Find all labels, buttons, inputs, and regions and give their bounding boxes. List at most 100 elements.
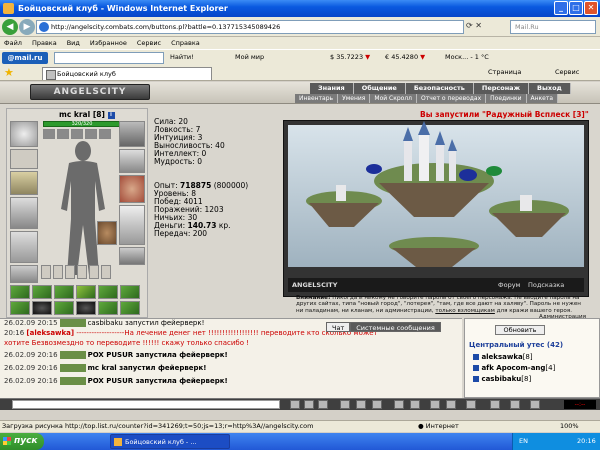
page-menu[interactable]: Страница (488, 68, 521, 76)
submenu-inventory[interactable]: Инвентарь (295, 94, 339, 103)
menu-communication[interactable]: Общение (353, 83, 406, 94)
toolbar-icon-14[interactable] (530, 400, 540, 409)
maximize-button[interactable]: □ (569, 1, 583, 15)
toolbar-icon-8[interactable] (410, 400, 420, 409)
service-menu[interactable]: Сервис (555, 68, 579, 76)
ring-slot-5[interactable] (89, 265, 99, 279)
toolbar-icon-12[interactable] (490, 400, 500, 409)
menu-edit[interactable]: Правка (32, 37, 57, 49)
character-name[interactable]: mc kral [8] i (59, 110, 115, 119)
tab-system-messages[interactable]: Системные сообщения (350, 322, 441, 332)
leggings-slot[interactable] (119, 205, 145, 245)
menu-view[interactable]: Вид (67, 37, 80, 49)
ring-slot-2[interactable] (53, 265, 63, 279)
pet-bear-slot[interactable] (119, 175, 145, 203)
amulet-slot[interactable] (10, 171, 38, 195)
online-user[interactable]: casbibaku[8] (473, 375, 531, 383)
ring-slot-3[interactable] (65, 265, 75, 279)
weapon-slot[interactable] (10, 197, 38, 229)
refresh-button[interactable]: Обновить (495, 325, 545, 335)
info-icon[interactable]: i (107, 111, 115, 119)
ring-slot-6[interactable] (101, 265, 111, 279)
bomb-slot-2[interactable] (76, 301, 96, 315)
location-scene[interactable]: ANGELSCITY Форум Подсказка (283, 120, 589, 297)
find-button[interactable]: Найти! (170, 53, 194, 61)
scroll-slot-10[interactable] (120, 301, 140, 315)
online-user[interactable]: aleksawka[8] (473, 353, 533, 361)
toolbar-icon-2[interactable] (304, 400, 314, 409)
ring-slot-1[interactable] (41, 265, 51, 279)
buff-slot-5[interactable] (99, 129, 111, 139)
toolbar-search-input[interactable] (54, 52, 164, 64)
minimize-button[interactable]: _ (554, 1, 568, 15)
pet-cat-slot[interactable] (97, 221, 117, 245)
close-button[interactable]: ✕ (584, 1, 598, 15)
bomb-slot-1[interactable] (32, 301, 52, 315)
scroll-slot-9[interactable] (98, 301, 118, 315)
buff-slot-1[interactable] (43, 129, 55, 139)
scroll-slot-2[interactable] (32, 285, 52, 299)
menu-security[interactable]: Безопасность (405, 83, 474, 94)
menu-tools[interactable]: Сервис (137, 37, 161, 49)
earring-slot[interactable] (10, 149, 38, 169)
toolbar-icon-7[interactable] (394, 400, 404, 409)
toolbar-icon-11[interactable] (466, 400, 476, 409)
chat-input[interactable] (12, 400, 280, 409)
buff-slot-4[interactable] (85, 129, 97, 139)
scroll-slot-8[interactable] (54, 301, 74, 315)
menu-file[interactable]: Файл (4, 37, 22, 49)
scroll-slot-1[interactable] (10, 285, 30, 299)
start-button[interactable]: пуск (0, 433, 44, 450)
belt-slot[interactable] (10, 265, 38, 283)
toolbar-icon-5[interactable] (356, 400, 366, 409)
language-indicator[interactable]: EN (519, 433, 528, 450)
scroll-slot-6[interactable] (120, 285, 140, 299)
address-input[interactable]: http://angelscity.combats.com/buttons.pl… (36, 20, 464, 34)
helmet-slot[interactable] (10, 121, 38, 147)
myworld-button[interactable]: Мой мир (235, 53, 264, 61)
toolbar-icon-6[interactable] (372, 400, 382, 409)
back-button[interactable]: ◀ (2, 19, 18, 35)
submenu-transfers[interactable]: Отчет о переводах (417, 94, 487, 103)
address-actions[interactable]: ⟳ ✕ (466, 21, 482, 30)
menu-exit[interactable]: Выход (529, 83, 571, 94)
scroll-slot-5[interactable] (98, 285, 118, 299)
search-box[interactable]: Mail.Ru (510, 20, 596, 34)
toolbar-icon-3[interactable] (318, 400, 328, 409)
toolbar-icon-9[interactable] (430, 400, 440, 409)
floating-islands-image (288, 121, 584, 267)
submenu-scroll[interactable]: Мой Скролл (370, 94, 418, 103)
armor-slot[interactable] (10, 231, 38, 263)
boots-slot[interactable] (119, 247, 145, 265)
submenu-fights[interactable]: Поединки (486, 94, 527, 103)
scroll-slot-7[interactable] (10, 301, 30, 315)
mailru-logo[interactable]: @mail.ru (2, 52, 48, 64)
shield-slot[interactable] (119, 149, 145, 173)
forum-link[interactable]: Форум (498, 278, 520, 292)
favorites-star-icon[interactable]: ★ (4, 66, 14, 79)
toolbar-icon-10[interactable] (446, 400, 456, 409)
toolbar-icon-13[interactable] (510, 400, 520, 409)
taskbar-item-ie[interactable]: Бойцовский клуб - ... (110, 434, 230, 449)
scroll-slot-3[interactable] (54, 285, 74, 299)
tab-chat[interactable]: Чат (326, 322, 351, 332)
buff-slot-3[interactable] (71, 129, 83, 139)
buff-slot-2[interactable] (57, 129, 69, 139)
submenu-skills[interactable]: Умения (338, 94, 371, 103)
tab-fightclub[interactable]: Бойцовский клуб (42, 67, 212, 80)
menu-help[interactable]: Справка (171, 37, 200, 49)
menu-favorites[interactable]: Избранное (90, 37, 127, 49)
gloves-slot[interactable] (119, 121, 145, 147)
hackers-link[interactable]: только взломщикам (435, 308, 495, 314)
menu-character[interactable]: Персонаж (473, 83, 530, 94)
toolbar-icon-1[interactable] (290, 400, 300, 409)
online-user[interactable]: afk Apocom-ang[4] (473, 364, 555, 372)
toolbar-icon-4[interactable] (340, 400, 350, 409)
menu-knowledge[interactable]: Знания (310, 83, 354, 94)
scroll-slot-4[interactable] (76, 285, 96, 299)
submenu-profile[interactable]: Анкета (526, 94, 559, 103)
ring-slot-4[interactable] (77, 265, 87, 279)
weather-widget[interactable]: Моск... - 1 °C (445, 53, 489, 61)
zoom-indicator[interactable]: 100% (560, 421, 579, 432)
hint-link[interactable]: Подсказка (528, 278, 564, 292)
